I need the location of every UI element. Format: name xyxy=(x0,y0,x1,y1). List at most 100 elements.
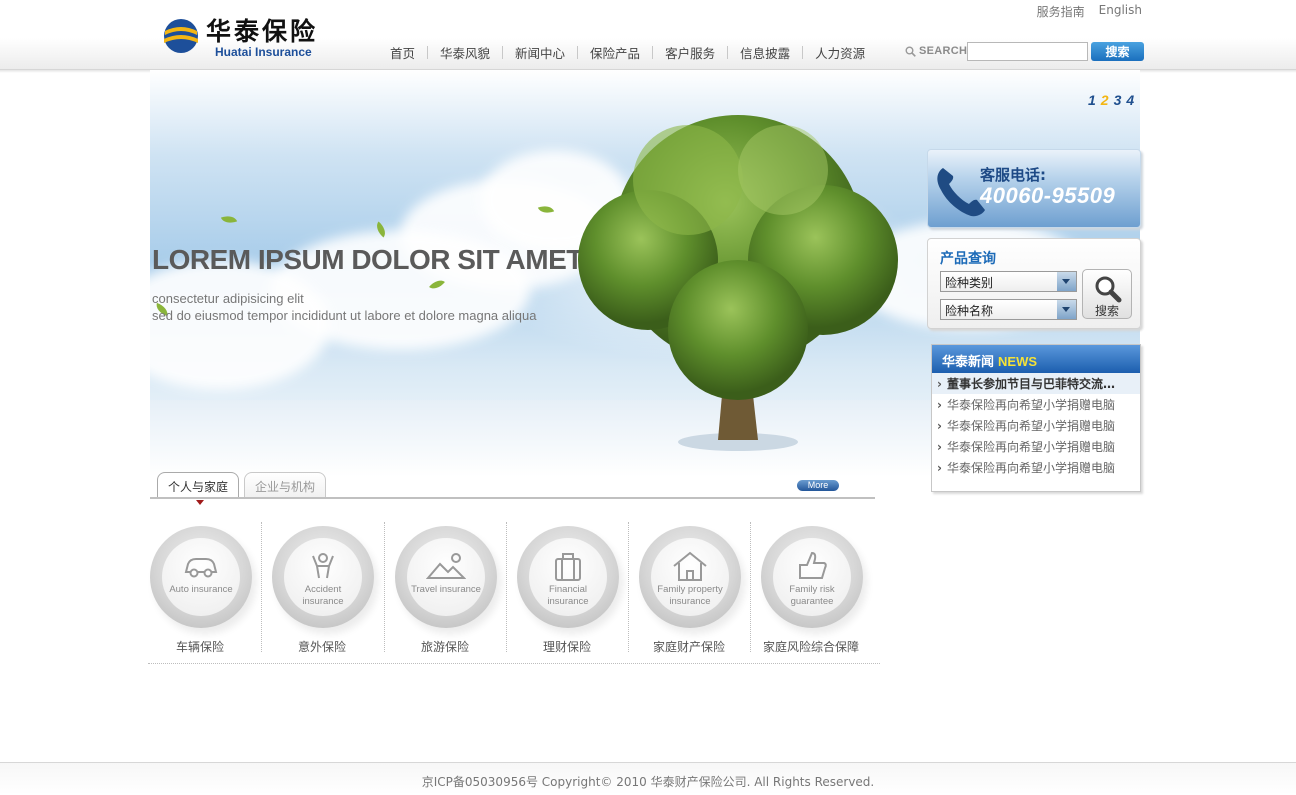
product-grid: Auto insurance 车辆保险 Accident insurance 意… xyxy=(147,518,887,658)
product-ring: Auto insurance xyxy=(150,526,252,628)
magnifier-icon xyxy=(1095,276,1122,303)
product-en-line: Travel insurance xyxy=(411,584,481,595)
product-en-label: Family property insurance xyxy=(645,584,735,608)
top-links: 服务指南 English xyxy=(1037,3,1142,20)
product-travel[interactable]: Travel insurance 旅游保险 xyxy=(392,518,514,658)
news-item[interactable]: 华泰保险再向希望小学捐赠电脑 xyxy=(932,415,1140,436)
news-item[interactable]: 华泰保险再向希望小学捐赠电脑 xyxy=(932,436,1140,457)
product-ring-inner: Travel insurance xyxy=(407,538,485,616)
product-en-line: Financial xyxy=(548,584,588,595)
insurance-type-value: 险种类别 xyxy=(945,276,994,290)
banner-subtitle-line: sed do eiusmod tempor incididunt ut labo… xyxy=(152,308,537,323)
hotline-number[interactable]: 40060-95509 xyxy=(980,183,1115,209)
insurance-name-value: 险种名称 xyxy=(945,304,994,318)
nav-item-service[interactable]: 客户服务 xyxy=(653,43,727,62)
product-divider xyxy=(628,522,629,652)
search-input[interactable] xyxy=(967,42,1088,61)
search-icon xyxy=(905,46,916,57)
product-ring: Travel insurance xyxy=(395,526,497,628)
product-ring-inner: Family risk guarantee xyxy=(773,538,851,616)
logo[interactable]: 华泰保险 Huatai Insurance xyxy=(160,12,330,62)
tab-personal-family[interactable]: 个人与家庭 xyxy=(157,472,240,505)
search-label: SEARCH xyxy=(905,45,967,57)
product-search-button-label: 搜索 xyxy=(1094,304,1119,318)
english-link[interactable]: English xyxy=(1099,3,1142,20)
pager-item[interactable]: 1 xyxy=(1088,92,1096,108)
product-divider xyxy=(750,522,751,652)
product-en-label: Financial insurance xyxy=(523,584,613,608)
product-ring-inner: Financial insurance xyxy=(529,538,607,616)
car-icon xyxy=(184,558,218,578)
product-cn-label: 家庭财产保险 xyxy=(652,640,725,654)
briefcase-icon xyxy=(555,553,581,581)
product-en-line: Family property xyxy=(657,584,723,595)
product-en-line: guarantee xyxy=(790,596,834,607)
tab-enterprise[interactable]: 企业与机构 xyxy=(244,472,327,498)
insurance-type-select[interactable]: 险种类别 xyxy=(940,271,1077,292)
product-ring-inner: Family property insurance xyxy=(651,538,729,616)
nav-item-hr[interactable]: 人力资源 xyxy=(803,43,877,62)
hotline-label: 客服电话: xyxy=(980,166,1046,184)
news-item[interactable]: 华泰保险再向希望小学捐赠电脑 xyxy=(932,457,1140,478)
logo-mark-icon xyxy=(164,19,198,53)
tree-illustration xyxy=(578,115,898,451)
news-title-en: NEWS xyxy=(998,354,1038,369)
product-en-line: Family risk xyxy=(789,584,835,595)
product-en-label: Accident insurance xyxy=(278,584,368,608)
product-en-line: insurance xyxy=(669,596,711,607)
nav-item-disclosure[interactable]: 信息披露 xyxy=(728,43,802,62)
news-panel: 华泰新闻NEWS 董事长参加节目与巴菲特交流… 华泰保险再向希望小学捐赠电脑 华… xyxy=(931,344,1141,492)
banner-pager: 1 2 3 4 xyxy=(1088,92,1134,108)
product-tabs: 个人与家庭 企业与机构 xyxy=(157,472,327,505)
product-ring: Family property insurance xyxy=(639,526,741,628)
product-ring: Accident insurance xyxy=(272,526,374,628)
product-financial[interactable]: Financial insurance 理财保险 xyxy=(514,518,636,658)
service-guide-link[interactable]: 服务指南 xyxy=(1037,3,1085,20)
product-accident[interactable]: Accident insurance 意外保险 xyxy=(269,518,391,658)
product-en-line: insurance xyxy=(547,596,589,607)
nav-item-products[interactable]: 保险产品 xyxy=(578,43,652,62)
product-family-property[interactable]: Family property insurance 家庭财产保险 xyxy=(636,518,758,658)
person-icon xyxy=(312,553,334,579)
product-auto[interactable]: Auto insurance 车辆保险 xyxy=(147,518,269,658)
tab-underline xyxy=(150,497,875,499)
product-en-line: insurance xyxy=(302,596,344,607)
more-button[interactable]: More xyxy=(797,480,839,491)
news-item[interactable]: 华泰保险再向希望小学捐赠电脑 xyxy=(932,394,1140,415)
product-search-button[interactable]: 搜索 xyxy=(1082,269,1132,319)
hotline-panel: 客服电话: 40060-95509 xyxy=(927,149,1141,228)
landscape-icon xyxy=(426,553,466,579)
product-divider xyxy=(506,522,507,652)
insurance-name-select[interactable]: 险种名称 xyxy=(940,299,1077,320)
house-icon xyxy=(673,551,707,581)
chevron-down-icon xyxy=(1057,272,1076,291)
news-title-cn: 华泰新闻 xyxy=(942,355,995,370)
product-cn-label: 意外保险 xyxy=(297,640,346,654)
nav-item-about[interactable]: 华泰风貌 xyxy=(428,43,502,62)
product-query-panel: 产品查询 险种类别 险种名称 搜索 xyxy=(927,238,1141,329)
news-item[interactable]: 董事长参加节目与巴菲特交流… xyxy=(932,373,1140,394)
nav-item-home[interactable]: 首页 xyxy=(378,43,427,62)
product-en-label: Family risk guarantee xyxy=(767,584,857,608)
header: 华泰保险 Huatai Insurance 服务指南 English 首页 华泰… xyxy=(0,0,1296,73)
news-list: 董事长参加节目与巴菲特交流… 华泰保险再向希望小学捐赠电脑 华泰保险再向希望小学… xyxy=(932,373,1140,478)
pager-item[interactable]: 3 xyxy=(1114,92,1122,108)
product-en-label: Travel insurance xyxy=(401,584,491,596)
product-family-risk[interactable]: Family risk guarantee 家庭风险综合保障 xyxy=(758,518,880,658)
product-ring: Financial insurance xyxy=(517,526,619,628)
product-ring: Family risk guarantee xyxy=(761,526,863,628)
product-divider xyxy=(261,522,262,652)
product-en-label: Auto insurance xyxy=(156,584,246,596)
product-ring-inner: Auto insurance xyxy=(162,538,240,616)
pager-item[interactable]: 4 xyxy=(1126,92,1134,108)
logo-text-cn: 华泰保险 xyxy=(206,17,319,46)
chevron-down-icon xyxy=(1057,300,1076,319)
nav-item-news[interactable]: 新闻中心 xyxy=(503,43,577,62)
news-header: 华泰新闻 NEWS xyxy=(932,345,1140,373)
products-bottom-divider xyxy=(148,663,880,664)
leaf-decoration xyxy=(220,212,238,227)
pager-item-active[interactable]: 2 xyxy=(1101,92,1109,108)
product-cn-label: 旅游保险 xyxy=(420,640,469,654)
search-button[interactable]: 搜索 xyxy=(1091,42,1144,61)
product-cn-label: 车辆保险 xyxy=(175,640,224,654)
